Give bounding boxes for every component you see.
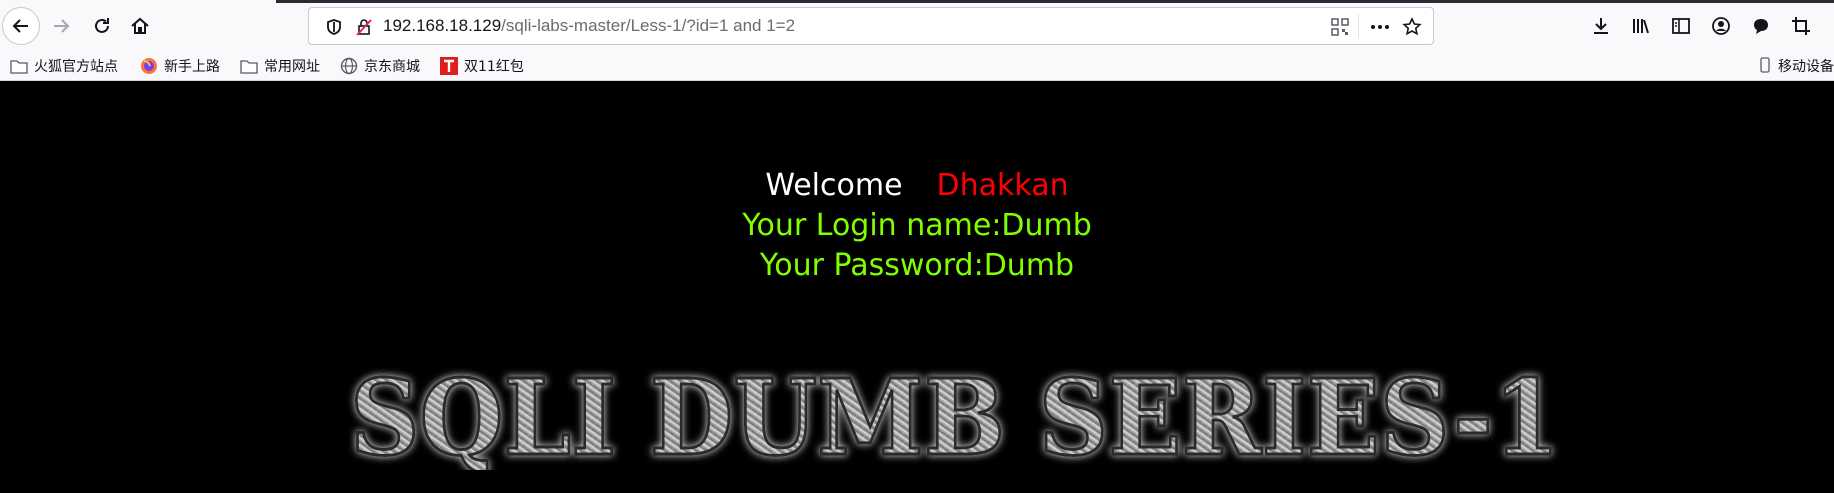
crop-icon[interactable] <box>1788 13 1814 39</box>
mobile-bookmarks-label: 移动设备 <box>1778 59 1834 75</box>
password-line: Your Password:Dumb <box>759 248 1075 283</box>
banner-text: SQLI DUMB SERIES-1 <box>350 366 1560 470</box>
bookmark-item[interactable]: 京东商城 <box>340 56 420 76</box>
login-name-line: Your Login name:Dumb <box>742 208 1092 243</box>
reload-button[interactable] <box>84 8 120 44</box>
tracking-shield-icon[interactable] <box>323 16 345 38</box>
folder-icon <box>240 57 258 75</box>
bookmark-item[interactable]: 常用网址 <box>240 56 320 76</box>
url-path: /sqli-labs-master/Less-1/?id=1 and 1=2 <box>501 16 796 35</box>
firefox-icon <box>140 57 158 75</box>
series-banner: SQLI DUMB SERIES-1 <box>349 366 1562 470</box>
chat-icon[interactable] <box>1748 13 1774 39</box>
address-bar-separator <box>1358 14 1359 38</box>
bookmark-item[interactable]: 新手上路 <box>140 56 220 76</box>
welcome-line: Welcome Dhakkan <box>0 166 1834 206</box>
back-arrow-icon <box>12 19 28 33</box>
bookmark-label: 京东商城 <box>364 59 420 75</box>
url-text[interactable]: 192.168.18.129/sqli-labs-master/Less-1/?… <box>383 8 795 44</box>
forward-button[interactable] <box>43 8 79 44</box>
globe-icon <box>340 57 358 75</box>
download-icon[interactable] <box>1588 13 1614 39</box>
address-bar[interactable]: 192.168.18.129/sqli-labs-master/Less-1/?… <box>308 7 1434 45</box>
sidebar-icon[interactable] <box>1668 13 1694 39</box>
browser-toolbar: 192.168.18.129/sqli-labs-master/Less-1/?… <box>0 0 1834 52</box>
reload-icon <box>95 18 109 33</box>
mobile-device-icon <box>1760 57 1774 75</box>
star-icon[interactable] <box>1401 16 1423 38</box>
forward-arrow-icon <box>54 19 70 33</box>
back-button[interactable] <box>2 7 40 45</box>
insecure-connection-icon[interactable] <box>353 16 375 38</box>
url-host: 192.168.18.129 <box>383 16 502 35</box>
folder-icon <box>10 57 28 75</box>
account-icon[interactable] <box>1708 13 1734 39</box>
bookmark-label: 双11红包 <box>464 59 524 75</box>
more-actions-icon[interactable] <box>1369 16 1391 38</box>
bookmarks-toolbar: 火狐官方站点 新手上路 常用网址 京东商城 双11红包 移动设备 <box>0 52 1834 81</box>
home-icon <box>131 17 149 34</box>
bookmark-label: 常用网址 <box>264 59 320 75</box>
home-button[interactable] <box>122 8 158 44</box>
toolbar-right-icons <box>1588 13 1828 39</box>
login-result: Welcome Dhakkan Your Login name:Dumb Your… <box>0 166 1834 286</box>
bookmark-label: 新手上路 <box>164 59 220 75</box>
tmall-icon <box>440 57 458 75</box>
bookmark-item[interactable]: 双11红包 <box>440 56 524 76</box>
qr-code-icon[interactable] <box>1329 16 1351 38</box>
library-icon[interactable] <box>1628 13 1654 39</box>
tab-strip-edge <box>276 0 1834 3</box>
bookmark-label: 火狐官方站点 <box>34 59 118 75</box>
mobile-bookmarks[interactable]: 移动设备 <box>1760 56 1834 76</box>
bookmark-item[interactable]: 火狐官方站点 <box>10 56 118 76</box>
welcome-text: Welcome <box>765 168 903 203</box>
user-name: Dhakkan <box>936 168 1069 203</box>
